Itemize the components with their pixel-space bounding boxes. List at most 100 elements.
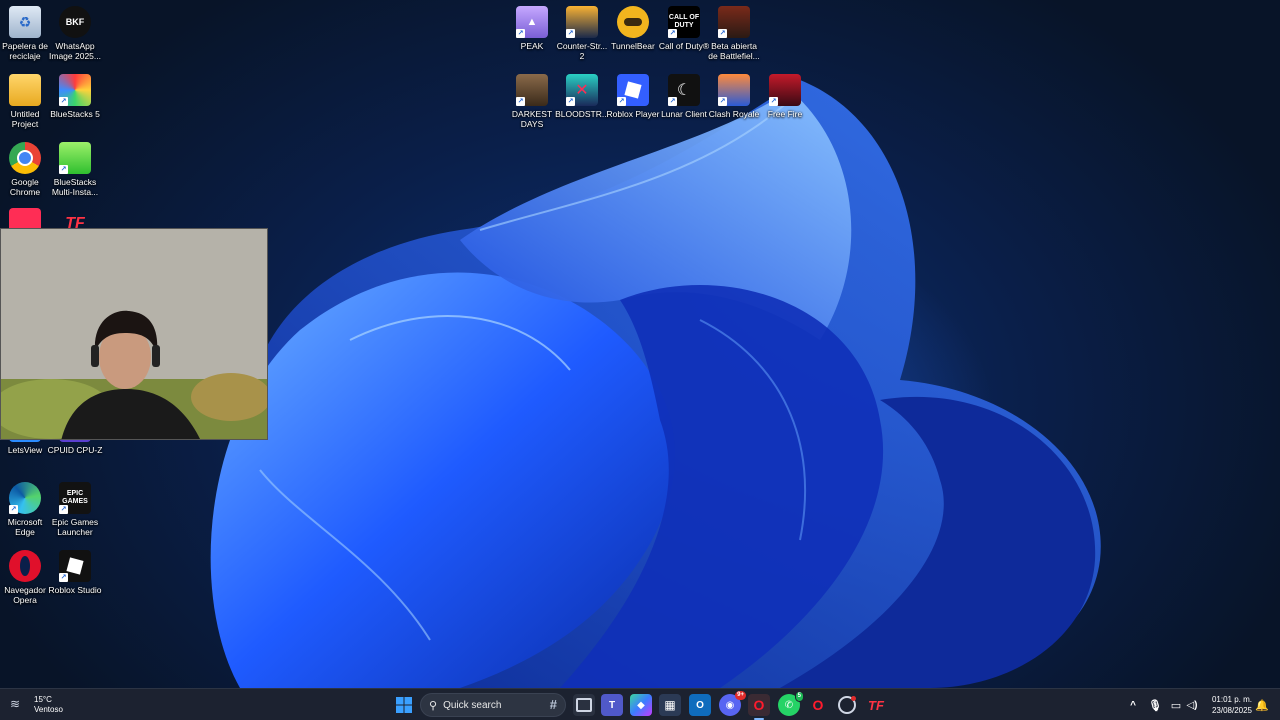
whatsapp-badge: 5 bbox=[794, 691, 804, 702]
shortcut-arrow-icon: ↗ bbox=[9, 505, 18, 514]
desktop-icon-bluestacks-multi[interactable]: ↗ BlueStacks Multi-Insta... bbox=[50, 142, 100, 197]
shortcut-arrow-icon: ↗ bbox=[668, 29, 677, 38]
whatsapp-icon: ✆ bbox=[784, 699, 794, 711]
shortcut-arrow-icon: ↗ bbox=[617, 97, 626, 106]
weather-icon: ≋ bbox=[10, 697, 21, 711]
outlook-button[interactable]: O bbox=[689, 694, 711, 716]
chevron-up-icon: ^ bbox=[1130, 699, 1136, 711]
hashtag-icon: # bbox=[549, 697, 557, 712]
discord-icon: ◉ bbox=[725, 699, 735, 711]
desktop-icon-counter-strike[interactable]: ↗ Counter-Str... 2 bbox=[557, 6, 607, 61]
teams-button[interactable]: T bbox=[601, 694, 623, 716]
shortcut-arrow-icon: ↗ bbox=[516, 97, 525, 106]
tray-overflow-button[interactable]: ^ bbox=[1124, 694, 1142, 716]
battlefield-icon: ↗ bbox=[718, 6, 750, 38]
tunnelbear-icon bbox=[617, 6, 649, 38]
desktop-icon-call-of-duty[interactable]: CALL OF DUTY ↗ Call of Duty® bbox=[659, 6, 709, 51]
desktop-icon-untitled-project[interactable]: Untitled Project bbox=[0, 74, 50, 129]
desktop-icon-bluestacks[interactable]: ↗ BlueStacks 5 bbox=[50, 74, 100, 119]
windows-logo-icon bbox=[396, 697, 412, 713]
icon-label: BlueStacks 5 bbox=[50, 109, 100, 119]
desktop-icon-lunar-client[interactable]: ☾ ↗ Lunar Client bbox=[659, 74, 709, 119]
call-of-duty-icon: CALL OF DUTY ↗ bbox=[668, 6, 700, 38]
icon-label: DARKEST DAYS bbox=[511, 109, 553, 129]
copilot-button[interactable]: ◆ bbox=[630, 694, 652, 716]
folder-icon bbox=[9, 74, 41, 106]
microphone-button[interactable]: 🎙 bbox=[1146, 694, 1164, 716]
start-button[interactable] bbox=[393, 694, 415, 716]
desktop-icon-battlefield[interactable]: ↗ Beta abierta de Battlefiel... bbox=[708, 6, 760, 61]
icon-label: Free Fire bbox=[767, 109, 803, 119]
clash-royale-icon: ↗ bbox=[718, 74, 750, 106]
desktop-icon-clash-royale[interactable]: ↗ Clash Royale bbox=[709, 74, 759, 119]
weather-widget[interactable]: ≋ 15°C Ventoso bbox=[10, 694, 90, 716]
icon-label: Roblox Studio bbox=[48, 585, 102, 595]
icon-label: Call of Duty® bbox=[658, 41, 710, 51]
shortcut-arrow-icon: ↗ bbox=[59, 573, 68, 582]
desktop: ♻ Papelera de reciclaje BKF WhatsApp Ima… bbox=[0, 0, 1280, 688]
desktop-icon-tunnelbear[interactable]: TunnelBear bbox=[608, 6, 658, 51]
icon-label: Google Chrome bbox=[9, 177, 41, 197]
roblox-studio-icon: ↗ bbox=[59, 550, 91, 582]
whatsapp-image-icon: BKF bbox=[59, 6, 91, 38]
epic-games-icon: EPIC GAMES ↗ bbox=[59, 482, 91, 514]
counter-strike-icon: ↗ bbox=[566, 6, 598, 38]
desktop-icon-opera[interactable]: Navegador Opera bbox=[0, 550, 50, 605]
shortcut-arrow-icon: ↗ bbox=[668, 97, 677, 106]
clock-date: 23/08/2025 bbox=[1211, 706, 1252, 715]
desktop-icon-bloodstrike[interactable]: ✕ ↗ BLOODSTR... bbox=[555, 74, 609, 119]
glyph-text: EPIC GAMES bbox=[62, 490, 88, 505]
whatsapp-button[interactable]: ✆ 5 bbox=[778, 691, 804, 716]
desktop-icon-roblox-player[interactable]: ↗ Roblox Player bbox=[607, 74, 659, 119]
te-taskbar-button[interactable]: TF bbox=[865, 694, 887, 716]
shortcut-arrow-icon: ↗ bbox=[566, 29, 575, 38]
chrome-icon bbox=[9, 142, 41, 174]
desktop-icon-free-fire[interactable]: ↗ Free Fire bbox=[760, 74, 810, 119]
desktop-icon-epic-games[interactable]: EPIC GAMES ↗ Epic Games Launcher bbox=[50, 482, 100, 537]
webcam-overlay bbox=[0, 228, 268, 440]
opera-gx-button[interactable]: O bbox=[807, 694, 829, 716]
icon-label: PEAK bbox=[520, 41, 544, 51]
copilot-icon: ◆ bbox=[637, 699, 645, 711]
desktop-icon-recycle-bin[interactable]: ♻ Papelera de reciclaje bbox=[0, 6, 50, 61]
steam-button[interactable] bbox=[836, 694, 858, 716]
desktop-icon-chrome[interactable]: Google Chrome bbox=[0, 142, 50, 197]
search-input[interactable]: ⚲ Quick search # bbox=[420, 693, 566, 717]
notifications-button[interactable]: 🔔 bbox=[1253, 694, 1271, 716]
glyph-text: BKF bbox=[65, 17, 85, 27]
discord-button[interactable]: ◉ 9+ bbox=[719, 691, 746, 716]
shortcut-arrow-icon: ↗ bbox=[718, 29, 727, 38]
weather-desc: Ventoso bbox=[34, 705, 63, 714]
opera-icon bbox=[9, 550, 41, 582]
opera-icon: O bbox=[753, 697, 765, 713]
desktop-icon-peak[interactable]: ▲ ↗ PEAK bbox=[507, 6, 557, 51]
webcam-feed bbox=[1, 229, 267, 439]
store-button[interactable]: ▦ bbox=[659, 694, 681, 716]
desktop-icon-darkest-days[interactable]: ↗ DARKEST DAYS bbox=[507, 74, 557, 129]
recycle-bin-icon: ♻ bbox=[9, 6, 41, 38]
te-icon: TF bbox=[868, 697, 884, 713]
icon-label: Untitled Project bbox=[10, 109, 40, 129]
free-fire-icon: ↗ bbox=[769, 74, 801, 106]
clock[interactable]: 01:01 p. m. 23/08/2025 bbox=[1204, 693, 1254, 717]
desktop-icon-roblox-studio[interactable]: ↗ Roblox Studio bbox=[48, 550, 102, 595]
desktop-icon-whatsapp-image[interactable]: BKF WhatsApp Image 2025... bbox=[49, 6, 101, 61]
task-view-button[interactable] bbox=[573, 694, 595, 716]
darkest-days-icon: ↗ bbox=[516, 74, 548, 106]
icon-label: CPUID CPU-Z bbox=[47, 445, 103, 455]
weather-temp: 15°C bbox=[34, 695, 52, 704]
opera-taskbar-button[interactable]: O bbox=[748, 694, 770, 720]
volume-button[interactable]: ◁) bbox=[1183, 694, 1201, 716]
desktop-icon-edge[interactable]: ↗ Microsoft Edge bbox=[0, 482, 50, 537]
shortcut-arrow-icon: ↗ bbox=[59, 505, 68, 514]
icon-label: Epic Games Launcher bbox=[51, 517, 99, 537]
icon-label: Papelera de reciclaje bbox=[2, 41, 48, 61]
bluestacks-icon: ↗ bbox=[59, 74, 91, 106]
outlook-icon: O bbox=[696, 699, 704, 711]
icon-label: Beta abierta de Battlefiel... bbox=[708, 41, 760, 61]
discord-badge: 9+ bbox=[735, 691, 746, 700]
icon-label: BlueStacks Multi-Insta... bbox=[51, 177, 99, 197]
icon-label: BLOODSTR... bbox=[555, 109, 609, 119]
notification-dot bbox=[851, 696, 856, 701]
teams-icon: T bbox=[608, 699, 616, 711]
